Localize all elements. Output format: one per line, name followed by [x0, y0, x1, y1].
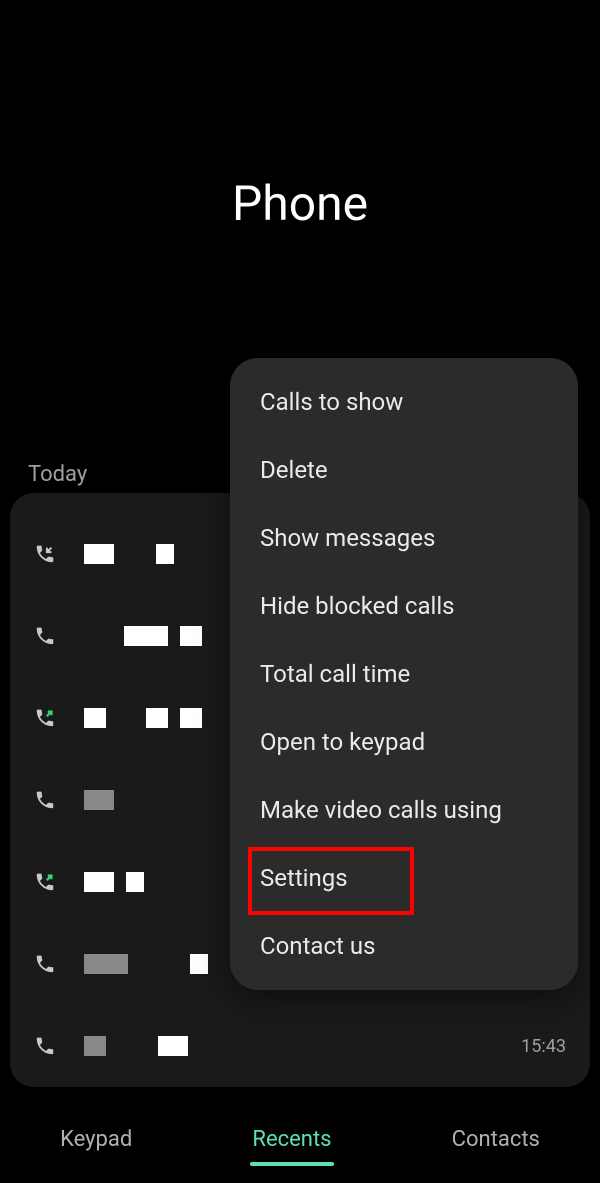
bottom-navigation: Keypad Recents Contacts: [0, 1095, 600, 1183]
section-today-label: Today: [28, 462, 87, 487]
menu-show-messages[interactable]: Show messages: [230, 504, 578, 572]
incoming-call-icon: [34, 953, 56, 975]
incoming-call-icon: [34, 789, 56, 811]
nav-contacts[interactable]: Contacts: [448, 1119, 544, 1160]
overflow-menu: Calls to show Delete Show messages Hide …: [230, 358, 578, 990]
incoming-call-icon: [34, 543, 56, 565]
menu-delete[interactable]: Delete: [230, 436, 578, 504]
nav-keypad[interactable]: Keypad: [56, 1119, 136, 1160]
redacted-name: [84, 1036, 566, 1056]
call-time: 15:43: [521, 1036, 566, 1057]
menu-contact-us[interactable]: Contact us: [230, 912, 578, 980]
outgoing-call-icon: [34, 871, 56, 893]
menu-total-call-time[interactable]: Total call time: [230, 640, 578, 708]
menu-hide-blocked[interactable]: Hide blocked calls: [230, 572, 578, 640]
nav-recents[interactable]: Recents: [248, 1119, 335, 1160]
call-row[interactable]: 15:43: [10, 1005, 590, 1087]
page-title: Phone: [0, 175, 600, 232]
incoming-call-icon: [34, 625, 56, 647]
outgoing-call-icon: [34, 707, 56, 729]
menu-calls-to-show[interactable]: Calls to show: [230, 368, 578, 436]
menu-settings[interactable]: Settings: [230, 844, 578, 912]
incoming-call-icon: [34, 1035, 56, 1057]
menu-make-video-calls[interactable]: Make video calls using: [230, 776, 578, 844]
menu-open-to-keypad[interactable]: Open to keypad: [230, 708, 578, 776]
